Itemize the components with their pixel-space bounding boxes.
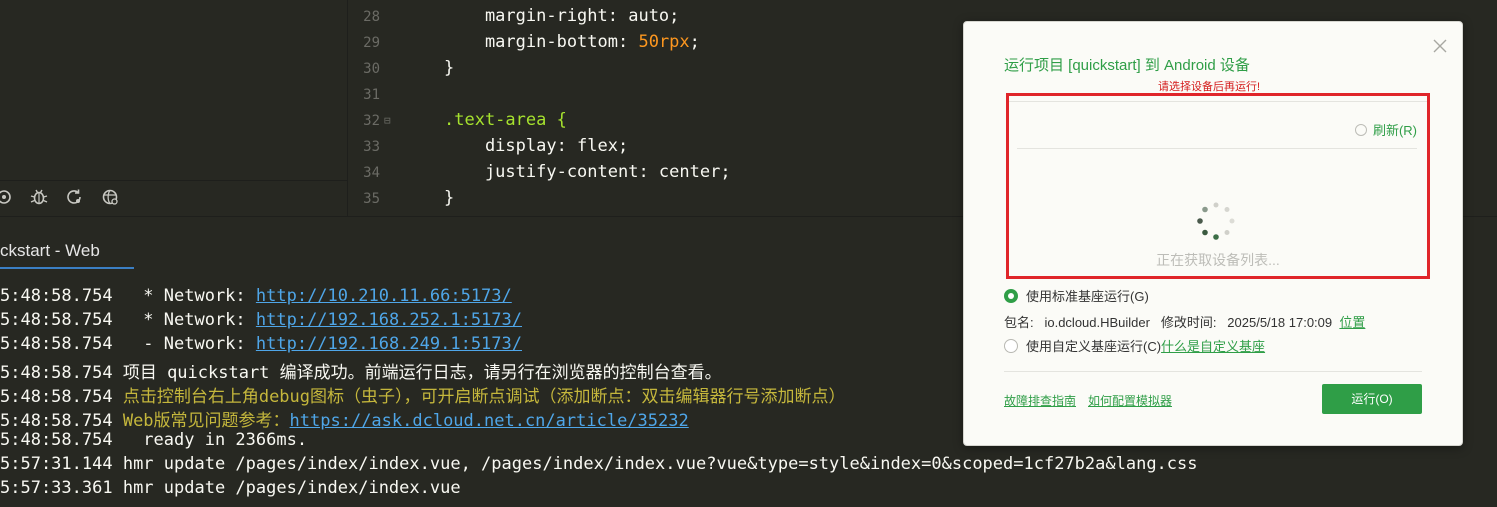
debug-icon[interactable] bbox=[29, 187, 49, 207]
line-number: 31 bbox=[363, 87, 380, 103]
console-line: 5:48:58.754 * Network: http://192.168.25… bbox=[0, 310, 522, 330]
browser-icon[interactable] bbox=[100, 187, 120, 207]
code-line: } bbox=[444, 58, 455, 78]
refresh-run-icon[interactable] bbox=[64, 187, 84, 207]
dialog-title: 运行项目 [quickstart] 到 Android 设备 bbox=[1004, 57, 1250, 74]
device-list-divider bbox=[1017, 148, 1417, 149]
custom-base-radio[interactable]: 使用自定义基座运行(C)什么是自定义基座 bbox=[1004, 336, 1265, 355]
console-line: 5:48:58.754 点击控制台右上角debug图标（虫子），可开启断点调试（… bbox=[0, 387, 846, 407]
console-line: 5:48:58.754 * Network: http://10.210.11.… bbox=[0, 286, 512, 306]
run-button[interactable]: 运行(O) bbox=[1322, 384, 1422, 414]
line-number: 32 bbox=[363, 113, 380, 129]
console-link[interactable]: http://192.168.249.1:5173/ bbox=[256, 334, 522, 354]
line-number: 34 bbox=[363, 165, 380, 181]
line-number: 33 bbox=[363, 139, 380, 155]
console-line: 5:57:33.361 hmr update /pages/index/inde… bbox=[0, 478, 461, 498]
console-link[interactable]: https://ask.dcloud.net.cn/article/35232 bbox=[290, 411, 689, 431]
console-line: 5:57:31.144 hmr update /pages/index/inde… bbox=[0, 454, 1198, 474]
loading-text: 正在获取设备列表... bbox=[1156, 252, 1280, 268]
code-line: margin-right: auto; bbox=[444, 6, 680, 26]
fold-icon[interactable]: ⊟ bbox=[384, 114, 391, 127]
run-toolbar bbox=[0, 180, 347, 213]
package-info: 包名: io.dcloud.HBuilder 修改时间: 2025/5/18 1… bbox=[1004, 315, 1366, 330]
close-icon[interactable] bbox=[1432, 38, 1448, 54]
line-number: 28 bbox=[363, 9, 380, 25]
run-device-dialog: 运行项目 [quickstart] 到 Android 设备 请选择设备后再运行… bbox=[963, 21, 1463, 446]
radio-checked-icon bbox=[1004, 289, 1018, 303]
console-line: 5:48:58.754 Web版常见问题参考：https://ask.dclou… bbox=[0, 411, 689, 431]
code-line: } bbox=[444, 188, 455, 208]
troubleshoot-link[interactable]: 故障排查指南 bbox=[1004, 392, 1076, 409]
console-tab[interactable]: ckstart - Web bbox=[0, 241, 100, 261]
line-number: 35 bbox=[363, 191, 380, 207]
code-line: .text-area { bbox=[444, 110, 567, 130]
device-list-top-border bbox=[1009, 101, 1427, 102]
location-link[interactable]: 位置 bbox=[1339, 315, 1365, 330]
emulator-config-link[interactable]: 如何配置模拟器 bbox=[1088, 392, 1172, 409]
custom-base-help-link[interactable]: 什么是自定义基座 bbox=[1161, 339, 1265, 354]
refresh-button[interactable]: 刷新(R) bbox=[1354, 120, 1417, 139]
refresh-icon bbox=[1354, 124, 1367, 136]
loading-spinner-icon bbox=[1197, 202, 1235, 240]
console-line: 5:48:58.754 项目 quickstart 编译成功。前端运行日志，请另… bbox=[0, 363, 722, 383]
standard-base-radio[interactable]: 使用标准基座运行(G) bbox=[1004, 286, 1149, 305]
console-line: 5:48:58.754 ready in 2366ms. bbox=[0, 430, 308, 450]
active-tab-indicator bbox=[0, 267, 134, 269]
console-link[interactable]: http://10.210.11.66:5173/ bbox=[256, 286, 512, 306]
warning-text: 请选择设备后再运行! bbox=[1158, 81, 1261, 93]
line-number: 29 bbox=[363, 35, 380, 51]
console-link[interactable]: http://192.168.252.1:5173/ bbox=[256, 310, 522, 330]
device-list[interactable]: 刷新(R) 正在获取设备列表... bbox=[1006, 93, 1430, 279]
radio-unchecked-icon bbox=[1004, 339, 1018, 353]
dialog-divider bbox=[1004, 371, 1422, 372]
run-icon[interactable] bbox=[0, 187, 14, 207]
line-number: 30 bbox=[363, 61, 380, 77]
code-line: justify-content: center; bbox=[444, 162, 731, 182]
code-line: margin-bottom: 50rpx; bbox=[444, 32, 700, 52]
console-line: 5:48:58.754 - Network: http://192.168.24… bbox=[0, 334, 522, 354]
code-line: display: flex; bbox=[444, 136, 629, 156]
